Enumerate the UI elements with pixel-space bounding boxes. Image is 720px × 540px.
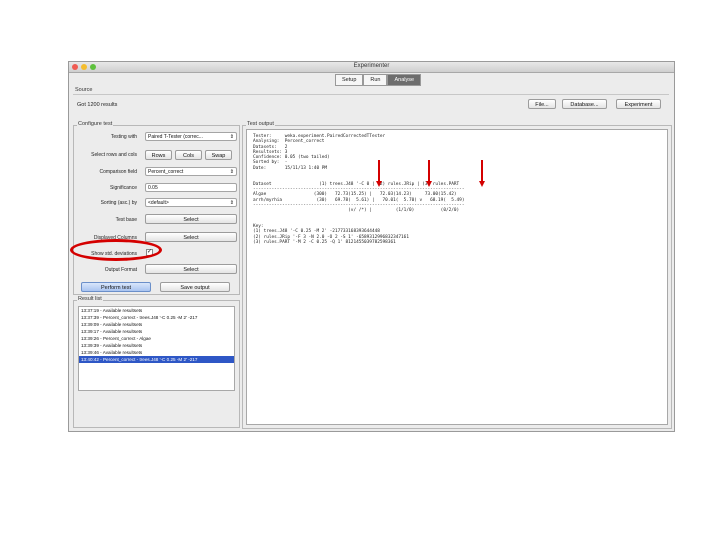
list-item[interactable]: 13:39:17 - Available resultsets bbox=[79, 328, 234, 335]
annotation-arrowhead bbox=[479, 181, 485, 187]
displayed-columns-select-button[interactable]: Select bbox=[145, 232, 237, 242]
save-output-button[interactable]: Save output bbox=[160, 282, 230, 292]
test-output-text: Tester: weka.experiment.PairedCorrectedT… bbox=[253, 134, 465, 245]
source-section-label: Source bbox=[75, 87, 93, 93]
result-list[interactable]: 13:37:19 - Available resultsets 13:37:39… bbox=[78, 306, 235, 391]
significance-input[interactable]: 0.05 bbox=[145, 183, 237, 192]
list-item[interactable]: 13:39:46 - Available resultsets bbox=[79, 349, 234, 356]
tab-bar: Setup Run Analyse bbox=[335, 74, 422, 86]
file-button[interactable]: File... bbox=[528, 99, 556, 109]
test-output-area[interactable]: Tester: weka.experiment.PairedCorrectedT… bbox=[246, 129, 668, 425]
title-bar: Experimenter bbox=[69, 62, 674, 73]
database-button[interactable]: Database... bbox=[562, 99, 607, 109]
divider bbox=[73, 94, 669, 95]
output-format-select-button[interactable]: Select bbox=[145, 264, 237, 274]
testing-with-value: Paired T-Tester (correc... bbox=[148, 134, 203, 140]
window-title: Experimenter bbox=[353, 63, 390, 69]
sorting-label: Sorting (asc.) by bbox=[100, 200, 137, 206]
test-output-title: Test output bbox=[246, 121, 275, 127]
select-rows-cols-label: Select rows and cols bbox=[91, 152, 137, 158]
annotation-arrowhead bbox=[376, 181, 382, 187]
perform-test-button[interactable]: Perform test bbox=[81, 282, 151, 292]
source-status: Got 1200 results bbox=[77, 102, 118, 108]
list-item[interactable]: 13:37:39 - Percent_correct - trees.J48 '… bbox=[79, 314, 234, 321]
annotation-arrow bbox=[378, 160, 380, 182]
tab-run[interactable]: Run bbox=[363, 74, 388, 86]
list-item[interactable]: 13:37:19 - Available resultsets bbox=[79, 307, 234, 314]
test-base-select-button[interactable]: Select bbox=[145, 214, 237, 224]
list-item[interactable]: 13:39:09 - Available resultsets bbox=[79, 321, 234, 328]
list-item[interactable]: 13:39:26 - Percent_correct - Algae bbox=[79, 335, 234, 342]
list-item-selected[interactable]: 13:40:42 - Percent_correct - trees.J48 '… bbox=[79, 356, 234, 363]
annotation-arrowhead bbox=[426, 181, 432, 187]
output-format-label: Output Format bbox=[104, 267, 137, 273]
list-item[interactable]: 13:39:39 - Available resultsets bbox=[79, 342, 234, 349]
comparison-field-value: Percent_correct bbox=[148, 169, 184, 175]
tab-setup[interactable]: Setup bbox=[335, 74, 364, 86]
comparison-field-select[interactable]: Percent_correct ⇕ bbox=[145, 167, 237, 176]
chevron-updown-icon: ⇕ bbox=[229, 134, 234, 140]
sorting-select[interactable]: <default> ⇕ bbox=[145, 198, 237, 207]
configure-test-title: Configure test bbox=[77, 121, 114, 127]
rows-button[interactable]: Rows bbox=[145, 150, 172, 160]
annotation-arrow bbox=[481, 160, 483, 182]
testing-with-select[interactable]: Paired T-Tester (correc... ⇕ bbox=[145, 132, 237, 141]
result-list-title: Result list bbox=[77, 296, 103, 302]
swap-button[interactable]: Swap bbox=[205, 150, 232, 160]
experiment-button[interactable]: Experiment bbox=[616, 99, 661, 109]
annotation-ellipse bbox=[70, 239, 162, 261]
annotation-arrow bbox=[428, 160, 430, 182]
chevron-updown-icon: ⇕ bbox=[229, 200, 234, 206]
testing-with-label: Testing with bbox=[110, 134, 137, 140]
tab-analyse[interactable]: Analyse bbox=[387, 74, 422, 86]
cols-button[interactable]: Cols bbox=[175, 150, 202, 160]
chevron-updown-icon: ⇕ bbox=[229, 169, 234, 175]
test-base-label: Test base bbox=[115, 217, 137, 223]
comparison-field-label: Comparison field bbox=[99, 169, 137, 175]
sorting-value: <default> bbox=[148, 200, 169, 206]
significance-label: Significance bbox=[110, 185, 137, 191]
